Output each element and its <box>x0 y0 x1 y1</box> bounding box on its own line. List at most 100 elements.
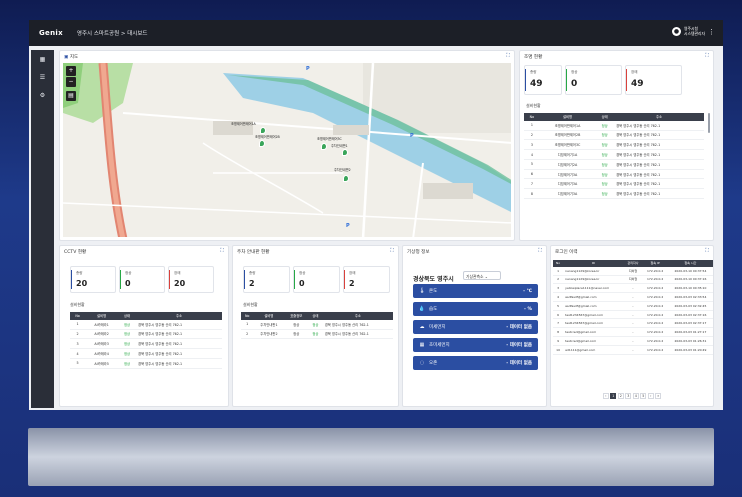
table-row[interactable]: 3 조명제어판제어3C 정상 경북 영주시 영주동 산리 762-1 <box>524 139 704 151</box>
page-button[interactable]: » <box>655 393 662 399</box>
expand-icon[interactable]: ⛶ <box>220 248 224 255</box>
marker-label: 조명제어판제어3C <box>317 137 342 141</box>
monitor-stand <box>28 428 714 486</box>
lighting-stats: 총량 49 정상 0 장애 49 <box>524 65 682 95</box>
list-icon[interactable]: ☰ <box>31 68 54 86</box>
table-cell: 정상 <box>118 329 137 340</box>
more-menu-icon[interactable]: ⋮ <box>708 28 715 36</box>
login-title: 로그인 이력 <box>555 250 578 255</box>
expand-icon[interactable]: ⛶ <box>705 53 709 60</box>
table-row[interactable]: 6 test1234567@gmail.com -172.20.0.2 2020-03… <box>553 310 713 320</box>
map-icon: ▣ <box>64 55 69 60</box>
table-cell: 2020-03-03 02:32:45 <box>667 301 713 311</box>
table-cell: nenang1129@korea.kr <box>563 275 624 285</box>
table-row[interactable]: 1 주차안내판1 정상 정상 경북 영주시 영주동 산리 762-1 <box>241 319 393 330</box>
page-button[interactable]: › <box>647 393 654 399</box>
table-cell: 정상 <box>118 348 137 359</box>
scrollbar[interactable] <box>708 113 710 133</box>
table-cell: 8 <box>524 188 540 200</box>
cctv-stats: 총량 20 정상 0 장애 20 <box>70 266 214 293</box>
table-cell: 4 <box>524 149 540 160</box>
stat-fault: 장애 2 <box>343 266 390 293</box>
table-cell: 정상 <box>595 159 615 170</box>
table-cell: 2020-03-03 02:37:17 <box>667 318 713 329</box>
table-row[interactable]: 4 디밍제어기1A 정상 경북 영주시 영주동 산리 762-1 <box>524 149 704 160</box>
table-cell: 경북 영주시 영주동 산리 762-1 <box>136 348 222 359</box>
expand-icon[interactable]: ⛶ <box>390 248 394 255</box>
page-button[interactable]: 1 <box>610 393 617 399</box>
table-cell: - <box>623 345 643 355</box>
table-row[interactable]: 2 AI카메라2 정상 경북 영주시 영주동 산리 762-1 <box>70 329 222 340</box>
table-cell: 4 <box>553 292 564 302</box>
table-cell: nenang1129@korea.kr <box>563 266 624 276</box>
parking-stats: 총량 2 정상 0 장애 2 <box>243 266 390 293</box>
table-cell: 경북 영주시 영주동 산리 762-1 <box>614 149 704 160</box>
map-marker[interactable] <box>342 149 348 156</box>
page-button[interactable]: 5 <box>640 393 647 399</box>
table-row[interactable]: 1 AI카메라1 정상 경북 영주시 영주동 산리 762-1 <box>70 319 222 330</box>
table-row[interactable]: 5 AI카메라5 정상 경북 영주시 영주동 산리 762-1 <box>70 358 222 369</box>
stat-total: 총량 2 <box>243 266 290 293</box>
table-cell: 5 <box>553 301 564 311</box>
table-cell: 2 <box>524 130 540 141</box>
marker-label: 주차안내판2 <box>334 168 351 172</box>
layers-button[interactable]: ▤ <box>66 91 76 101</box>
table-row[interactable]: 3 AI카메라3 정상 경북 영주시 영주동 산리 762-1 <box>70 338 222 350</box>
table-cell: 정상 <box>595 178 615 190</box>
grid-icon[interactable]: ▦ <box>31 50 54 68</box>
table-row[interactable]: 5 디밍제어기2A 정상 경북 영주시 영주동 산리 762-1 <box>524 159 704 170</box>
table-row[interactable]: 8 디밍제어기3A 정상 경북 영주시 영주동 산리 762-1 <box>524 188 704 200</box>
table-row[interactable]: 1 nenang1129@korea.kr 지하철 172.20.0.2 2020-03… <box>553 266 713 276</box>
table-cell: 3 <box>553 283 564 294</box>
page-button[interactable]: 4 <box>632 393 639 399</box>
table-cell: 172.20.0.2 <box>642 327 668 338</box>
map-marker[interactable] <box>321 143 327 150</box>
stat-normal: 정상 0 <box>119 266 165 293</box>
table-cell: 2020-03-10 00:37:16 <box>667 275 713 285</box>
map-marker[interactable] <box>260 127 266 134</box>
table-row[interactable]: 9 testcred@gmail.com -172.20.0.2 2020-03-03… <box>553 336 713 346</box>
table-row[interactable]: 10 ad1111@gmail.com -172.20.0.2 2020-03-03 … <box>553 345 713 355</box>
table-row[interactable]: 7 test1234567@gmail.com -172.20.0.2 2020-03… <box>553 318 713 329</box>
table-row[interactable]: 4 asdfasdf@gmail.com -172.20.0.2 2020-03-03… <box>553 292 713 302</box>
table-cell: 3 <box>524 139 540 151</box>
expand-icon[interactable]: ⛶ <box>538 248 542 255</box>
table-cell: 주차안내판2 <box>253 329 285 340</box>
table-row[interactable]: 3 yellowplace1111@naver.com -172.20.0.2 202… <box>553 283 713 294</box>
page-button[interactable]: 3 <box>625 393 632 399</box>
table-row[interactable]: 7 디밍제어기3A 정상 경북 영주시 영주동 산리 762-1 <box>524 178 704 190</box>
table-row[interactable]: 5 asdfasdf@gmail.com -172.20.0.2 2020-03-03… <box>553 301 713 311</box>
top-bar: Genix 영주시 스마트공원 > 대시보드 ● 영주시청 시스템관리자 ⋮ <box>29 20 723 46</box>
table-row[interactable]: 1 조명제어판제어1A 정상 경북 영주시 영주동 산리 762-1 <box>524 120 704 131</box>
table-row[interactable]: 2 주차안내판2 정상 정상 경북 영주시 영주동 산리 762-1 <box>241 329 393 340</box>
table-cell: 172.20.0.2 <box>642 336 668 346</box>
expand-icon[interactable]: ⛶ <box>705 248 709 255</box>
table-cell: 조명제어판제어3C <box>539 139 596 151</box>
expand-icon[interactable]: ⛶ <box>506 53 510 60</box>
table-cell: 정상 <box>118 338 137 350</box>
table-row[interactable]: 2 nenang1129@korea.kr 지하철 172.20.0.2 2020-03… <box>553 275 713 285</box>
table-cell: 2 <box>70 329 86 340</box>
user-menu[interactable]: ● 영주시청 시스템관리자 <box>672 26 705 36</box>
map-marker[interactable] <box>343 175 349 182</box>
table-cell: - <box>623 301 643 311</box>
gear-icon[interactable]: ⚙ <box>31 86 54 104</box>
map-canvas[interactable]: + − ▤ P P P 조명제어판제어1A 조명제어판제어2B 조명제어판제어3… <box>63 63 511 237</box>
page-button[interactable]: 2 <box>617 393 624 399</box>
table-row[interactable]: 6 디밍제어기3A 정상 경북 영주시 영주동 산리 762-1 <box>524 169 704 180</box>
zoom-in-button[interactable]: + <box>66 66 76 76</box>
table-cell: 디밍제어기2A <box>539 159 596 170</box>
table-row[interactable]: 4 AI카메라4 정상 경북 영주시 영주동 산리 762-1 <box>70 348 222 359</box>
zoom-out-button[interactable]: − <box>66 77 76 87</box>
map-marker[interactable] <box>259 140 265 147</box>
station-select[interactable]: 기상관측소 ⌄ <box>463 271 501 280</box>
table-row[interactable]: 2 조명제어판제어2B 정상 경북 영주시 영주동 산리 762-1 <box>524 130 704 141</box>
table-cell: 3 <box>70 338 86 350</box>
brand-logo[interactable]: Genix <box>39 29 63 37</box>
breadcrumb: 영주시 스마트공원 > 대시보드 <box>76 31 148 37</box>
parking-label: P <box>306 66 310 72</box>
table-row[interactable]: 8 testcred@gmail.com -172.20.0.2 2020-03-03… <box>553 327 713 338</box>
stat-fault: 장애 20 <box>168 266 214 293</box>
table-cell: 경북 영주시 영주동 산리 762-1 <box>322 319 393 330</box>
page-button[interactable]: ‹ <box>602 393 609 399</box>
